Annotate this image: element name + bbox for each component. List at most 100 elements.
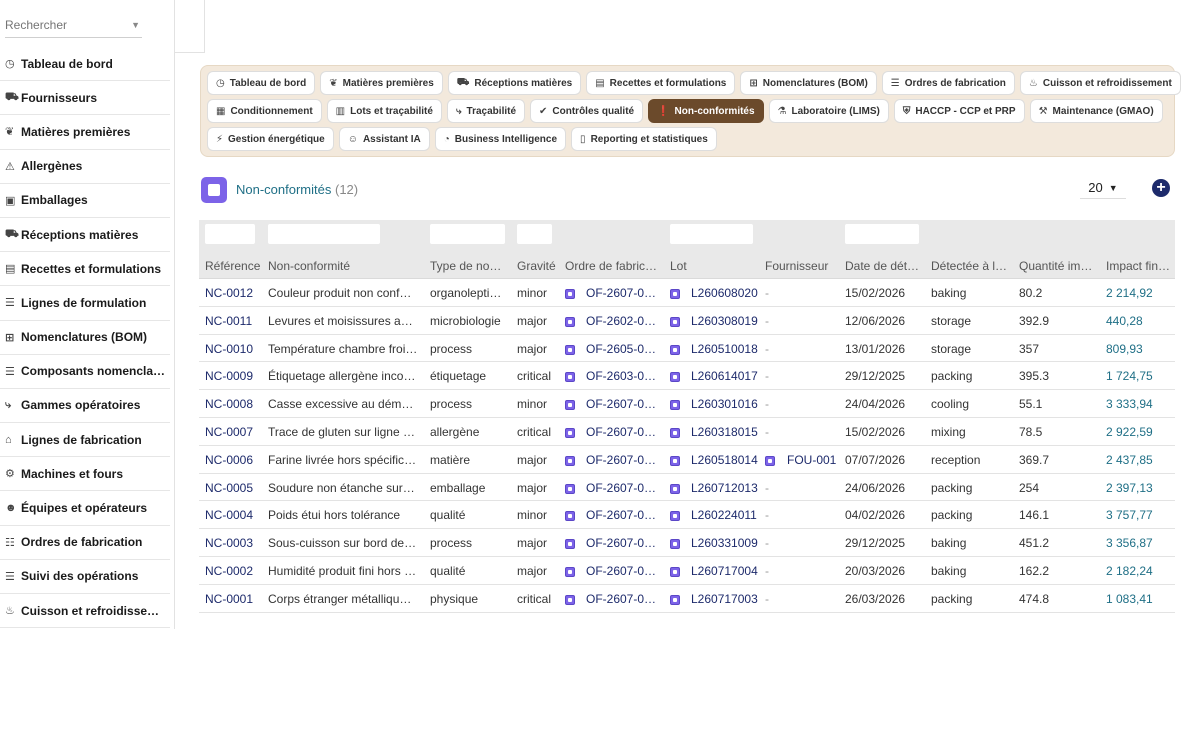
reference-link[interactable]: NC-0003 — [205, 536, 261, 550]
module-tab[interactable]: ▯ Reporting et statistiques — [571, 127, 717, 151]
lot-link[interactable]: L260510018 — [691, 342, 758, 356]
sidebar-item[interactable]: ☰ Composants nomenclature — [0, 355, 170, 389]
column-filter-input[interactable] — [517, 224, 552, 244]
order-link[interactable]: OF-2607-0007 — [586, 425, 660, 439]
lot-link[interactable]: L260224011 — [691, 508, 758, 522]
column-header[interactable]: Quantité impactée — [1019, 259, 1099, 273]
module-tab[interactable]: ⛟ Réceptions matières — [447, 71, 582, 95]
module-tab[interactable]: ◷ Tableau de bord — [207, 71, 316, 95]
reference-link[interactable]: NC-0008 — [205, 397, 261, 411]
order-link[interactable]: OF-2607-0012 — [586, 286, 660, 300]
module-tab[interactable]: ⤷ Traçabilité — [446, 99, 526, 123]
order-link[interactable]: OF-2607-0005 — [586, 481, 660, 495]
sidebar-item[interactable]: ⚙ Machines et fours — [0, 457, 170, 492]
sidebar-item[interactable]: ◷ Tableau de bord — [0, 47, 170, 82]
column-header[interactable]: Type de non-conformité — [430, 259, 508, 273]
column-filter-input[interactable] — [268, 224, 380, 244]
sidebar-item[interactable]: ☰ Lignes de formulation — [0, 286, 170, 321]
order-link[interactable]: OF-2605-0010 — [586, 342, 660, 356]
lot-link[interactable]: L260614017 — [691, 369, 758, 383]
order-link[interactable]: OF-2603-0009 — [586, 369, 660, 383]
order-link[interactable]: OF-2607-0008 — [586, 397, 660, 411]
supplier-link[interactable]: FOU-001 — [787, 453, 837, 467]
module-tab[interactable]: ⚡ Gestion énergétique — [207, 127, 334, 151]
reference-link[interactable]: NC-0004 — [205, 508, 261, 522]
reference-link[interactable]: NC-0011 — [205, 314, 261, 328]
column-filter-input[interactable] — [430, 224, 505, 244]
table-row[interactable]: NC-0010 Température chambre froide hors l… — [199, 335, 1175, 363]
reference-link[interactable]: NC-0012 — [205, 286, 261, 300]
column-filter-input[interactable] — [845, 224, 919, 244]
module-tab[interactable]: ❦ Matières premières — [320, 71, 443, 95]
table-row[interactable]: NC-0002 Humidité produit fini hors spécif… — [199, 557, 1175, 585]
column-header[interactable]: Référence — [205, 259, 261, 273]
add-record-button[interactable]: + — [1152, 179, 1170, 197]
lot-link[interactable]: L260608020 — [691, 286, 758, 300]
table-row[interactable]: NC-0006 Farine livrée hors spécification m… — [199, 446, 1175, 474]
table-row[interactable]: NC-0011 Levures et moisissures au-dessus … — [199, 307, 1175, 335]
table-row[interactable]: NC-0012 Couleur produit non conforme organ… — [199, 279, 1175, 307]
column-header[interactable]: Ordre de fabrication — [565, 259, 660, 273]
column-header[interactable]: Fournisseur — [765, 259, 837, 273]
order-link[interactable]: OF-2607-0006 — [586, 453, 660, 467]
table-row[interactable]: NC-0009 Étiquetage allergène incomplet éti… — [199, 362, 1175, 391]
lot-link[interactable]: L260518014 — [691, 453, 758, 467]
sidebar-item[interactable]: ⛟ Fournisseurs — [0, 81, 170, 116]
sidebar-item[interactable]: ▤ Recettes et formulations — [0, 252, 170, 287]
reference-link[interactable]: NC-0007 — [205, 425, 261, 439]
lot-link[interactable]: L260308019 — [691, 314, 758, 328]
module-tab[interactable]: ♨ Cuisson et refroidissement — [1019, 71, 1181, 95]
table-row[interactable]: NC-0004 Poids étui hors tolérance qualité m… — [199, 501, 1175, 530]
sidebar-item[interactable]: ☷ Ordres de fabrication — [0, 526, 170, 560]
reference-link[interactable]: NC-0009 — [205, 369, 261, 383]
chevron-down-icon[interactable]: ▼ — [131, 20, 140, 30]
table-row[interactable]: NC-0001 Corps étranger métallique détecté… — [199, 585, 1175, 613]
page-size-select[interactable]: 20 ▼ — [1080, 177, 1126, 199]
reference-link[interactable]: NC-0001 — [205, 592, 261, 606]
column-header[interactable]: Gravité — [517, 259, 557, 273]
lot-link[interactable]: L260318015 — [691, 425, 758, 439]
lot-link[interactable]: L260717004 — [691, 564, 758, 578]
lot-link[interactable]: L260717003 — [691, 592, 758, 606]
table-row[interactable]: NC-0005 Soudure non étanche sur flowpack e… — [199, 474, 1175, 502]
reference-link[interactable]: NC-0005 — [205, 481, 261, 495]
sidebar-item[interactable]: ☰ Suivi des opérations — [0, 560, 170, 594]
sidebar-item[interactable]: ☻ Équipes et opérateurs — [0, 491, 170, 526]
module-tab[interactable]: ⚗ Laboratoire (LIMS) — [768, 99, 889, 123]
column-header[interactable]: Lot — [670, 259, 758, 273]
lot-link[interactable]: L260331009 — [691, 536, 758, 550]
lot-link[interactable]: L260712013 — [691, 481, 758, 495]
reference-link[interactable]: NC-0002 — [205, 564, 261, 578]
module-tab[interactable]: ⛨ HACCP - CCP et PRP — [893, 99, 1025, 123]
column-filter-input[interactable] — [670, 224, 753, 244]
module-tab[interactable]: ⚒ Maintenance (GMAO) — [1029, 99, 1163, 123]
table-row[interactable]: NC-0007 Trace de gluten sur ligne sans gl… — [199, 418, 1175, 446]
lot-link[interactable]: L260301016 — [691, 397, 758, 411]
order-link[interactable]: OF-2607-0003 — [586, 536, 660, 550]
order-link[interactable]: OF-2602-0011 — [586, 314, 660, 328]
module-tab[interactable]: ⊞ Nomenclatures (BOM) — [740, 71, 877, 95]
order-link[interactable]: OF-2607-0004 — [586, 508, 660, 522]
module-tab[interactable]: ▥ Lots et traçabilité — [326, 99, 442, 123]
sidebar-item[interactable]: ▣ Emballages — [0, 184, 170, 218]
sidebar-item[interactable]: ❦ Matières premières — [0, 115, 170, 150]
sidebar-item[interactable]: ⚠ Allergènes — [0, 150, 170, 184]
column-header[interactable]: Détectée à l'étape — [931, 259, 1008, 273]
sidebar-item[interactable]: ♨ Cuisson et refroidissement — [0, 594, 170, 629]
table-row[interactable]: NC-0003 Sous-cuisson sur bord de bande pro… — [199, 529, 1175, 557]
column-filter-input[interactable] — [205, 224, 255, 244]
table-row[interactable]: NC-0008 Casse excessive au démoulage proce… — [199, 390, 1175, 418]
sidebar-item[interactable]: ⊞ Nomenclatures (BOM) — [0, 321, 170, 355]
module-tab[interactable]: ▦ Conditionnement — [207, 99, 322, 123]
reference-link[interactable]: NC-0010 — [205, 342, 261, 356]
order-link[interactable]: OF-2607-0002 — [586, 564, 660, 578]
column-header[interactable]: Date de détection — [845, 259, 922, 273]
module-tab[interactable]: ☺ Assistant IA — [338, 127, 430, 151]
column-header[interactable]: Non-conformité — [268, 259, 418, 273]
module-tab[interactable]: ◔ Business Intelligence — [434, 127, 567, 151]
search-input[interactable] — [5, 14, 125, 36]
module-tab[interactable]: ▤ Recettes et formulations — [586, 71, 736, 95]
sidebar-item[interactable]: ⛟ Réceptions matières — [0, 218, 170, 253]
sidebar-item[interactable]: ⌂ Lignes de fabrication — [0, 423, 170, 458]
module-tab[interactable]: ❗ Non-conformités — [648, 99, 764, 123]
